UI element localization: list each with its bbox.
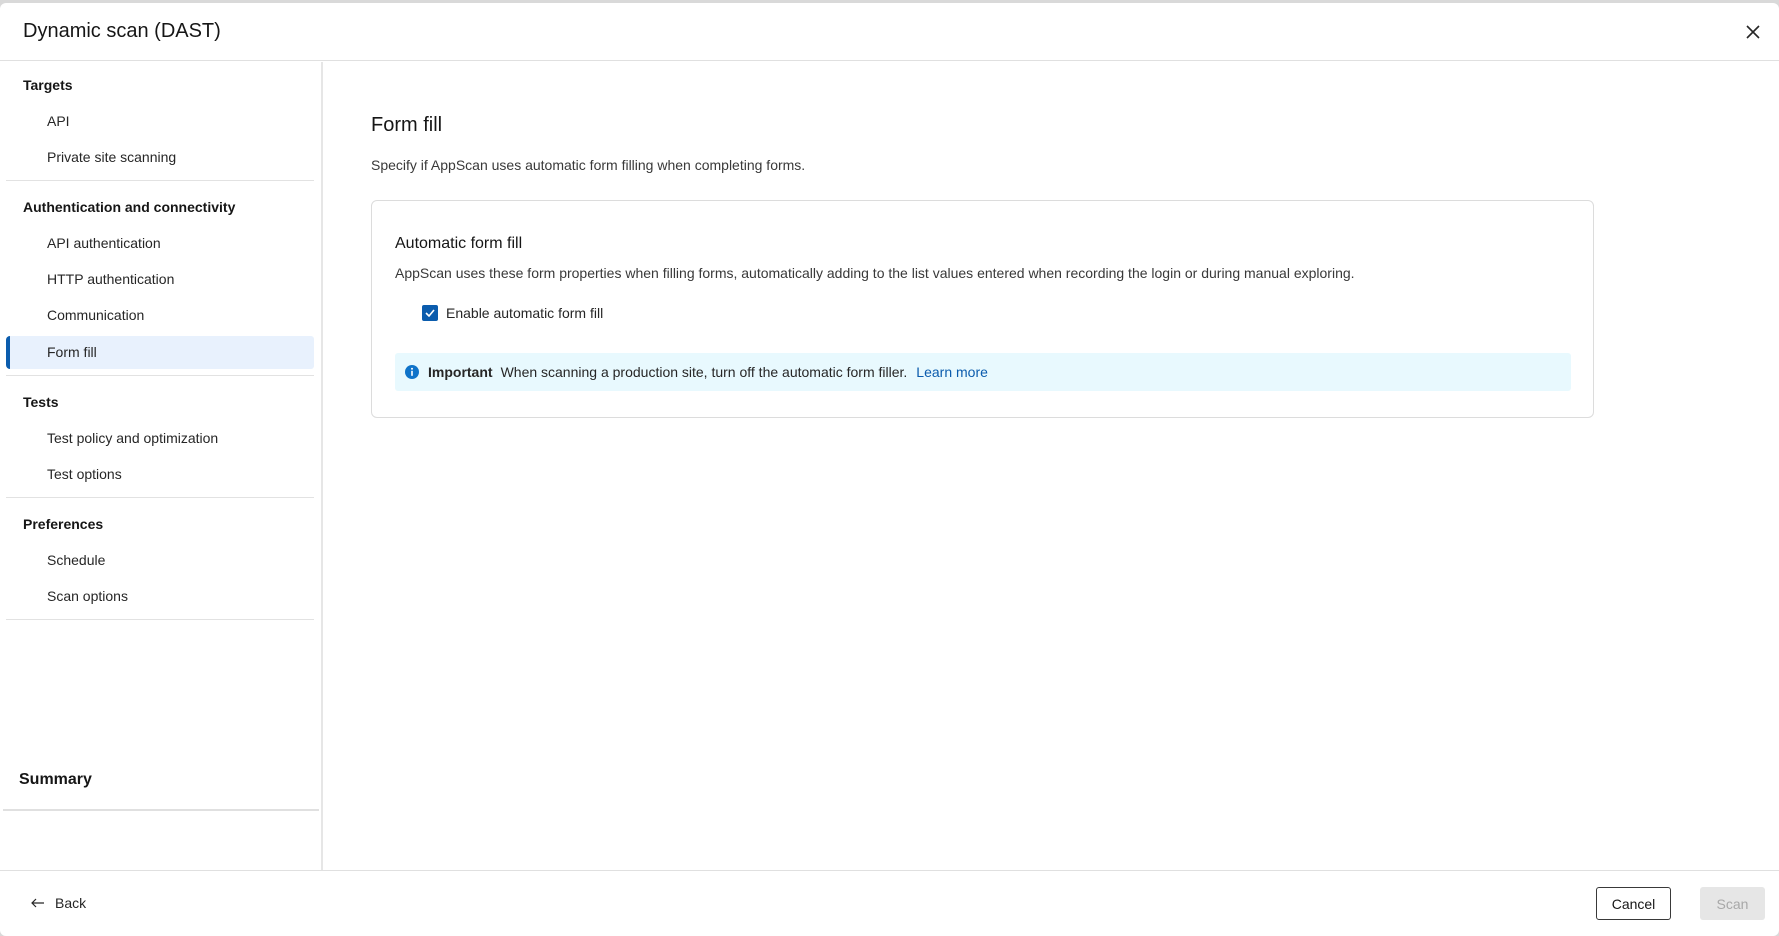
sidebar-summary[interactable]: Summary [19,771,92,789]
section-heading-preferences: Preferences [23,516,104,532]
section-heading-targets: Targets [23,77,73,93]
checkbox-checked[interactable] [422,305,438,321]
dast-dialog: Dynamic scan (DAST) Targets API Private … [0,3,1779,936]
form-fill-card: Automatic form fill AppScan uses these f… [371,200,1594,418]
notice-title: Important [428,364,493,380]
page-description: Specify if AppScan uses automatic form f… [371,157,806,173]
sidebar-item-schedule[interactable]: Schedule [6,544,314,577]
important-notice: Important When scanning a production sit… [395,353,1571,391]
dialog-header: Dynamic scan (DAST) [0,3,1779,61]
section-divider [6,180,314,181]
sidebar-item-api-authentication[interactable]: API authentication [6,227,314,260]
sidebar-nav: Targets API Private site scanning Authen… [0,62,323,870]
notice-text: When scanning a production site, turn of… [500,364,908,380]
summary-divider [3,809,319,811]
sidebar-item-communication[interactable]: Communication [6,299,314,332]
dialog-footer: Back Cancel Scan [0,870,1779,936]
arrow-left-icon [31,898,44,908]
sidebar-item-scan-options[interactable]: Scan options [6,580,314,613]
sidebar-item-private-site-scanning[interactable]: Private site scanning [6,141,314,174]
card-title: Automatic form fill [395,235,523,252]
sidebar-item-api[interactable]: API [6,105,314,138]
section-divider [6,497,314,498]
card-description: AppScan uses these form properties when … [395,265,1355,281]
checkmark-icon [425,309,435,317]
main-content: Form fill Specify if AppScan uses automa… [325,62,1779,870]
checkbox-label: Enable automatic form fill [446,305,604,321]
sidebar-item-form-fill[interactable]: Form fill [6,336,314,369]
sidebar-item-http-authentication[interactable]: HTTP authentication [6,263,314,296]
close-button[interactable] [1741,20,1765,44]
sidebar-item-test-options[interactable]: Test options [6,458,314,491]
back-label: Back [55,895,87,911]
page-title: Form fill [371,114,443,136]
section-divider [6,619,314,620]
close-icon [1746,25,1760,39]
section-heading-authentication: Authentication and connectivity [23,199,236,215]
cancel-button[interactable]: Cancel [1596,887,1671,920]
dialog-title: Dynamic scan (DAST) [23,20,221,42]
sidebar-item-test-policy[interactable]: Test policy and optimization [6,422,314,455]
scan-button[interactable]: Scan [1700,887,1765,920]
back-button[interactable]: Back [31,895,86,911]
section-heading-tests: Tests [23,394,59,410]
learn-more-link[interactable]: Learn more [916,364,988,380]
info-icon [405,365,419,379]
section-divider [6,375,314,376]
enable-form-fill-checkbox[interactable]: Enable automatic form fill [422,305,603,321]
